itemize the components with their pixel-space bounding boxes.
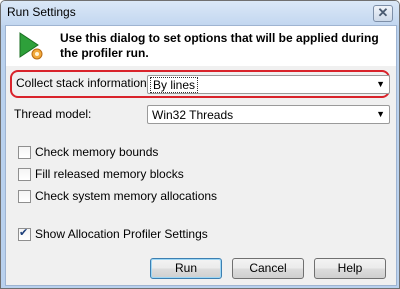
thread-model-value: Win32 Threads	[152, 108, 234, 122]
title-bar[interactable]: Run Settings ✕	[1, 1, 399, 25]
dialog-client-area: Use this dialog to set options that will…	[5, 25, 397, 286]
chevron-down-icon: ▼	[376, 79, 385, 89]
close-button[interactable]: ✕	[373, 5, 393, 22]
checkbox-label: Show Allocation Profiler Settings	[35, 227, 208, 241]
run-button[interactable]: Run	[150, 258, 222, 279]
checkbox-box[interactable]	[18, 226, 31, 241]
checkbox-label: Check system memory allocations	[35, 189, 218, 203]
stack-info-value: By lines	[150, 77, 199, 93]
window-title: Run Settings	[7, 5, 76, 19]
header-description: Use this dialog to set options that will…	[60, 31, 379, 60]
thread-model-dropdown[interactable]: Win32 Threads ▼	[147, 105, 390, 124]
checkbox-label: Check memory bounds	[35, 145, 159, 159]
checkbox-box[interactable]	[18, 190, 31, 203]
checkbox-box[interactable]	[18, 168, 31, 181]
thread-model-label: Thread model:	[14, 107, 92, 121]
profiler-run-icon	[19, 32, 43, 60]
help-button[interactable]: Help	[314, 258, 386, 279]
stack-info-dropdown[interactable]: By lines ▼	[147, 75, 390, 94]
stack-info-label: Collect stack information:	[16, 76, 151, 90]
chevron-down-icon: ▼	[376, 109, 385, 119]
checkbox-label: Fill released memory blocks	[35, 167, 184, 181]
run-settings-dialog: Run Settings ✕ Use this dialog to set op…	[0, 0, 400, 289]
dialog-header: Use this dialog to set options that will…	[6, 26, 396, 66]
checkbox-box[interactable]	[18, 146, 31, 159]
cancel-button[interactable]: Cancel	[232, 258, 304, 279]
